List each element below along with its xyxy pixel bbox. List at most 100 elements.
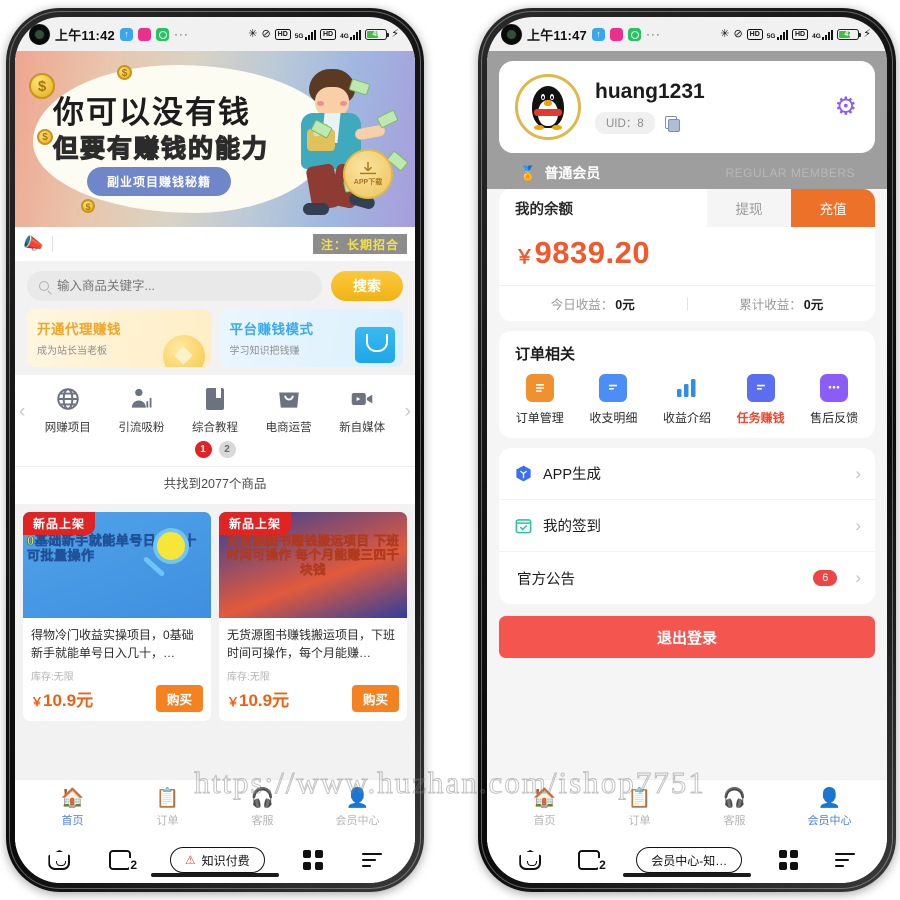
menu-item-app-generate[interactable]: APP生成 › bbox=[499, 448, 875, 500]
membership-level-cn: 普通会员 bbox=[544, 165, 601, 181]
order-item-aftersales[interactable]: 售后反馈 bbox=[801, 374, 867, 426]
browser-url-label: 会员中心-知… bbox=[651, 853, 728, 868]
medal-icon: 🏅 bbox=[519, 164, 537, 181]
category-item-wangzhuan[interactable]: 网赚项目 bbox=[36, 385, 100, 435]
category-item-zimeiti[interactable]: 新自媒体 bbox=[330, 385, 394, 435]
member-center-main: 我的余额 提现 充值 ￥9839.20 今日收益： 0元 累计收益： 0元 订单… bbox=[487, 189, 887, 873]
hd-icon-2: HD bbox=[319, 28, 337, 40]
battery-icon: 47 bbox=[837, 28, 862, 40]
bar-chart-icon bbox=[673, 374, 701, 402]
tab-member-center[interactable]: 👤 会员中心 bbox=[322, 789, 394, 828]
gear-icon[interactable]: ⚙ bbox=[835, 94, 857, 120]
buy-button[interactable]: 购买 bbox=[155, 685, 203, 712]
membership-level-en: REGULAR MEMBERS bbox=[725, 166, 855, 180]
browser-home-icon[interactable] bbox=[519, 850, 542, 870]
today-earnings: 今日收益： 0元 bbox=[499, 294, 687, 313]
search-icon bbox=[39, 281, 49, 291]
today-earnings-label: 今日收益： bbox=[550, 298, 614, 312]
right-status-bar: 上午11:47 ··· ✳ ⊘ HD 5G HD 4G bbox=[487, 17, 887, 51]
product-stock: 库存:无限 bbox=[227, 672, 270, 683]
copy-icon[interactable] bbox=[664, 116, 681, 132]
chevron-left-icon[interactable]: ‹ bbox=[19, 401, 25, 423]
browser-tabs-icon[interactable]: 2 bbox=[109, 850, 139, 872]
search-input-wrapper[interactable] bbox=[27, 271, 322, 301]
menu-icon[interactable] bbox=[361, 852, 382, 868]
pager-next[interactable]: 2 bbox=[218, 441, 236, 458]
browser-home-icon[interactable] bbox=[48, 850, 71, 870]
announcement-text: 注：长期招合 bbox=[312, 234, 407, 254]
tab-home[interactable]: 🏠 首页 bbox=[509, 789, 581, 828]
new-badge: 新品上架 bbox=[219, 512, 292, 535]
total-earnings-value: 0元 bbox=[803, 298, 824, 312]
tab-orders[interactable]: 📋 订单 bbox=[604, 789, 676, 828]
logout-button[interactable]: 退出登录 bbox=[499, 616, 875, 658]
browser-tabs-icon[interactable]: 2 bbox=[577, 850, 607, 872]
orders-grid: 订单管理 收支明细 收益介绍 任务赚钱 售后反馈 bbox=[503, 374, 871, 426]
browser-url-pill[interactable]: ⚠ 知识付费 bbox=[169, 847, 265, 873]
new-badge: 新品上架 bbox=[23, 512, 96, 535]
announcement-bar[interactable]: 📣 注：长期招合 bbox=[15, 227, 415, 261]
product-card[interactable]: 新品上架 无货源图书赚钱搬运项目 下班时间可操作 每个月能赚三四千块钱 无货源图… bbox=[219, 512, 407, 721]
search-input[interactable] bbox=[57, 279, 310, 293]
chevron-right-icon[interactable]: › bbox=[405, 401, 411, 423]
category-label: 新自媒体 bbox=[339, 422, 386, 434]
order-item-task-earn[interactable]: 任务赚钱 bbox=[728, 374, 794, 426]
product-price: ￥10.9元 bbox=[227, 691, 290, 710]
promo-title: 开通代理赚钱 bbox=[37, 322, 121, 337]
category-item-jiaocheng[interactable]: 综合教程 bbox=[183, 385, 247, 435]
grid-icon[interactable] bbox=[778, 850, 799, 870]
pager-current[interactable]: 1 bbox=[194, 441, 212, 458]
home-indicator bbox=[151, 873, 279, 877]
grid-icon[interactable] bbox=[303, 850, 323, 870]
menu-icon[interactable] bbox=[834, 852, 855, 868]
chat-icon bbox=[820, 374, 849, 402]
order-item-transactions[interactable]: 收支明细 bbox=[580, 374, 646, 426]
menu-item-announcement[interactable]: 官方公告 6 › bbox=[499, 552, 875, 604]
network-label-5g: 5G bbox=[766, 32, 776, 40]
withdraw-button[interactable]: 提现 bbox=[707, 189, 791, 227]
results-count: 共找到2077个商品 bbox=[15, 466, 415, 502]
battery-level: 47 bbox=[844, 30, 853, 38]
headset-icon: 🎧 bbox=[722, 788, 747, 809]
bluetooth-icon: ✳ bbox=[720, 27, 730, 40]
tab-label: 客服 bbox=[723, 815, 746, 827]
tab-member-center[interactable]: 👤 会员中心 bbox=[794, 789, 866, 828]
blue-arrow-icon bbox=[591, 27, 605, 41]
order-item-earnings-intro[interactable]: 收益介绍 bbox=[654, 374, 720, 426]
order-item-management[interactable]: 订单管理 bbox=[507, 374, 573, 426]
app-download-label: APP下载 bbox=[353, 179, 383, 186]
status-time: 上午11:42 bbox=[55, 27, 115, 43]
signal-5g: 5G bbox=[295, 29, 316, 40]
tab-label: 会员中心 bbox=[807, 815, 852, 827]
hd-icon-2: HD bbox=[791, 28, 809, 40]
product-name: 得物冷门收益实操项目，0基础新手就能单号日入几十，… bbox=[31, 628, 194, 660]
chevron-right-icon: › bbox=[855, 515, 861, 535]
signal-5g: 5G bbox=[767, 29, 788, 40]
profile-card[interactable]: huang1231 UID：8 ⚙ bbox=[499, 61, 875, 153]
recharge-button[interactable]: 充值 bbox=[791, 189, 875, 227]
tab-support[interactable]: 🎧 客服 bbox=[227, 789, 299, 828]
browser-url-pill[interactable]: 会员中心-知… bbox=[636, 847, 743, 873]
tab-home[interactable]: 🏠 首页 bbox=[37, 789, 109, 828]
promo-banner[interactable]: $ $ $ $ 你可以没有钱 但要有赚钱的能力 副业项目赚钱秘籍 bbox=[15, 51, 415, 227]
menu-item-checkin[interactable]: 我的签到 › bbox=[499, 500, 875, 552]
promo-card-agent[interactable]: 开通代理赚钱 成为站长当老板 bbox=[27, 309, 211, 367]
avatar[interactable] bbox=[515, 74, 581, 140]
status-bar-right: ✳ ⊘ HD 5G HD 4G 45 ⚡ bbox=[248, 28, 399, 40]
total-earnings-label: 累计收益： bbox=[739, 298, 802, 312]
category-item-dianshang[interactable]: 电商运营 bbox=[257, 385, 321, 435]
megaphone-icon: 📣 bbox=[23, 234, 45, 253]
product-card[interactable]: 新品上架 0基础新手就能单号日入几十 可批量操作 得物冷门收益实操项目，0基础新… bbox=[23, 512, 211, 721]
search-button[interactable]: 搜索 bbox=[331, 271, 403, 301]
tab-support[interactable]: 🎧 客服 bbox=[699, 789, 771, 828]
buy-button[interactable]: 购买 bbox=[351, 685, 399, 712]
status-overflow-icon: ··· bbox=[645, 27, 661, 41]
app-download-float-button[interactable]: APP下载 bbox=[343, 149, 393, 199]
promo-card-platform[interactable]: 平台赚钱模式 学习知识把钱赚 bbox=[219, 309, 403, 367]
category-item-yinliu[interactable]: 引流吸粉 bbox=[109, 385, 173, 435]
status-bar-left: 上午11:42 ··· bbox=[29, 23, 189, 45]
coin-decoration: $ bbox=[37, 129, 53, 145]
today-earnings-value: 0元 bbox=[615, 298, 635, 312]
tab-orders[interactable]: 📋 订单 bbox=[132, 789, 204, 828]
person-chart-icon bbox=[127, 385, 155, 413]
